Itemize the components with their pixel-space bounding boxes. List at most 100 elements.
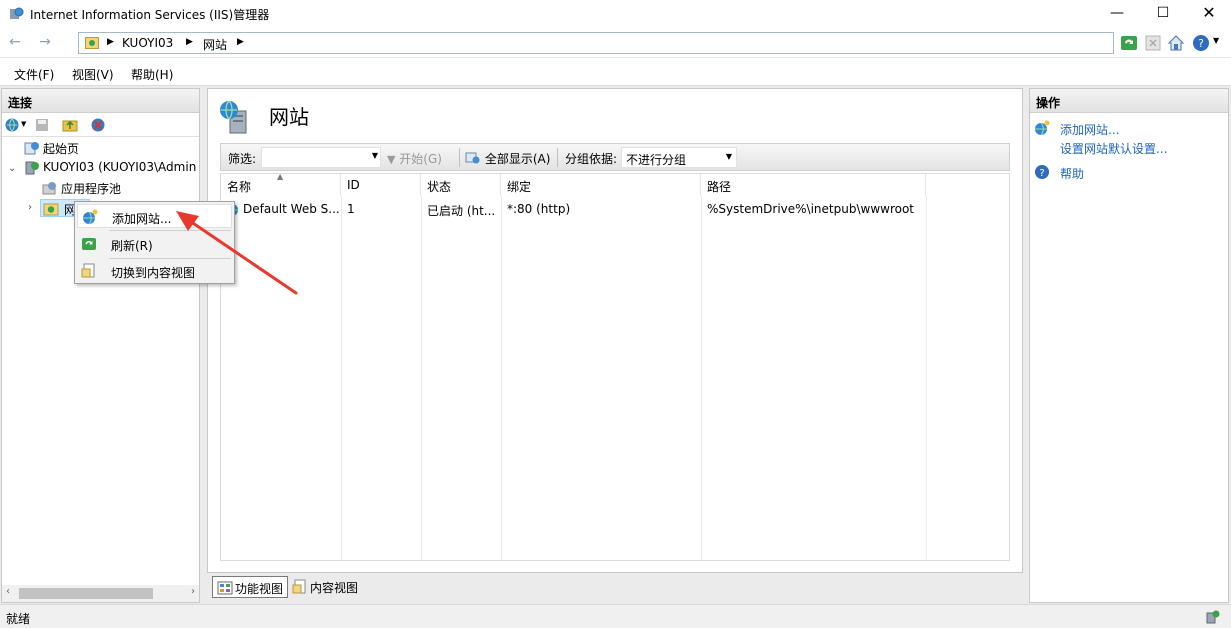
add-website-icon xyxy=(83,209,98,225)
action-help-label: 帮助 xyxy=(1060,167,1085,181)
menu-separator xyxy=(109,230,231,231)
context-add-website-label: 添加网站... xyxy=(112,212,172,226)
content-view-icon xyxy=(292,579,306,594)
connections-horizontal-scrollbar[interactable]: ‹ › xyxy=(2,585,199,602)
context-menu: 添加网站... 刷新(R) 切换到内容视图 xyxy=(74,201,235,284)
app-pool-icon xyxy=(42,182,56,195)
context-switch-content-view[interactable]: 切换到内容视图 xyxy=(77,259,232,283)
column-divider xyxy=(341,196,342,560)
sites-folder-icon xyxy=(85,37,99,49)
filter-input[interactable]: ▼ xyxy=(261,147,381,168)
menu-help[interactable]: 帮助(H) xyxy=(131,66,173,83)
tree-label-start-page: 起始页 xyxy=(43,142,80,156)
action-help[interactable]: ? 帮助 xyxy=(1034,164,1214,182)
cell-path: %SystemDrive%\inetpub\wwwroot xyxy=(707,202,914,216)
context-add-website[interactable]: 添加网站... xyxy=(77,204,232,228)
tab-content-view[interactable]: 内容视图 xyxy=(288,576,362,598)
column-divider xyxy=(501,196,502,560)
tab-features-view-label: 功能视图 xyxy=(235,582,284,596)
connect-globe-icon[interactable] xyxy=(4,117,20,133)
save-icon[interactable] xyxy=(34,117,50,133)
sites-page-icon xyxy=(220,100,247,134)
cell-status: 已启动 (ht... xyxy=(427,204,496,218)
column-header-path[interactable]: 路径 xyxy=(701,174,926,196)
back-button[interactable]: ← xyxy=(4,33,26,53)
tree-app-pools[interactable]: 应用程序池 xyxy=(42,179,182,197)
connect-dropdown-icon[interactable]: ▼ xyxy=(21,120,26,128)
column-divider xyxy=(701,196,702,560)
context-refresh[interactable]: 刷新(R) xyxy=(77,232,232,256)
minimize-button[interactable]: — xyxy=(1094,0,1140,28)
close-button[interactable]: ✕ xyxy=(1186,0,1231,28)
column-header-name[interactable]: 名称 ▲ xyxy=(221,172,341,196)
action-set-defaults[interactable]: 设置网站默认设置... xyxy=(1034,139,1214,157)
forward-button[interactable]: → xyxy=(34,33,56,53)
column-header-id[interactable]: ID xyxy=(341,174,421,196)
iis-app-icon xyxy=(10,7,24,19)
help-icon: ? xyxy=(1035,165,1049,179)
tree-label-app-pools: 应用程序池 xyxy=(61,182,122,196)
breadcrumb-separator-icon[interactable]: ▶ xyxy=(107,37,114,47)
up-folder-icon[interactable] xyxy=(62,117,78,133)
toolbar-divider xyxy=(557,148,558,167)
actions-header: 操作 xyxy=(1030,89,1228,113)
stop-icon[interactable] xyxy=(1143,33,1163,53)
breadcrumb-separator-icon[interactable]: ▶ xyxy=(237,37,244,47)
funnel-icon: ▼ xyxy=(387,153,396,166)
expand-chevron-icon[interactable]: › xyxy=(28,202,32,213)
refresh-icon[interactable] xyxy=(1119,33,1139,53)
show-all-icon xyxy=(465,152,480,164)
column-divider xyxy=(421,196,422,560)
action-add-website-label: 添加网站... xyxy=(1060,123,1120,137)
scroll-thumb[interactable] xyxy=(19,588,153,599)
tree-start-page[interactable]: 起始页 xyxy=(24,139,144,157)
tab-content-view-label: 内容视图 xyxy=(310,581,359,595)
tree-label-server: KUOYI03 (KUOYI03\Admin xyxy=(43,160,197,174)
menu-file[interactable]: 文件(F) xyxy=(14,66,54,83)
page-title: 网站 xyxy=(269,105,309,129)
sites-folder-icon xyxy=(43,203,59,216)
breadcrumb-separator-icon[interactable]: ▶ xyxy=(186,37,193,47)
content-view-icon xyxy=(81,263,95,278)
svg-text:?: ? xyxy=(1039,168,1044,179)
start-filter-button[interactable]: ▼ 开始(G) xyxy=(387,150,442,167)
group-by-label: 分组依据: xyxy=(565,152,618,166)
connections-header: 连接 xyxy=(2,89,199,113)
home-icon[interactable] xyxy=(1166,33,1186,53)
start-filter-label: 开始(G) xyxy=(399,152,442,166)
sort-ascending-icon: ▲ xyxy=(277,172,284,181)
help-dropdown-icon[interactable]: ▼ xyxy=(1213,36,1219,45)
column-label-name: 名称 xyxy=(227,180,252,194)
context-switch-content-view-label: 切换到内容视图 xyxy=(111,266,196,280)
disconnect-icon[interactable] xyxy=(90,117,106,133)
breadcrumb-sites[interactable]: 网站 xyxy=(203,36,227,53)
column-header-binding[interactable]: 绑定 xyxy=(501,174,701,196)
address-bar[interactable]: ▶ KUOYI03 ▶ 网站 ▶ xyxy=(78,32,1114,54)
menu-view[interactable]: 视图(V) xyxy=(72,66,114,83)
toolbar-divider xyxy=(459,148,460,167)
actions-pane: 操作 添加网站... 设置网站默认设置... ? 帮助 xyxy=(1029,88,1229,603)
filter-label: 筛选: xyxy=(228,152,257,166)
maximize-button[interactable]: ☐ xyxy=(1140,0,1186,28)
collapse-chevron-icon[interactable]: ⌄ xyxy=(8,163,16,174)
breadcrumb-server[interactable]: KUOYI03 xyxy=(122,36,173,50)
tab-features-view[interactable]: 功能视图 xyxy=(212,576,289,598)
action-add-website[interactable]: 添加网站... xyxy=(1034,120,1214,138)
tree-server[interactable]: KUOYI03 (KUOYI03\Admin xyxy=(24,159,202,177)
column-header-status[interactable]: 状态 xyxy=(421,174,501,196)
scroll-right-icon[interactable]: › xyxy=(191,586,195,597)
status-text: 就绪 xyxy=(6,612,31,626)
network-status-icon xyxy=(1206,610,1220,624)
table-row[interactable]: Default Web S... 1 已启动 (ht... *:80 (http… xyxy=(221,200,1009,220)
group-by-select[interactable]: 不进行分组 ▼ xyxy=(621,147,737,168)
show-all-button[interactable]: 全部显示(A) xyxy=(465,150,550,167)
help-icon[interactable]: ? xyxy=(1191,33,1211,53)
group-by-dropdown-icon[interactable]: ▼ xyxy=(726,152,732,161)
context-refresh-label: 刷新(R) xyxy=(111,239,153,253)
title-bar: Internet Information Services (IIS)管理器 —… xyxy=(0,0,1231,28)
navigation-bar: ← → ▶ KUOYI03 ▶ 网站 ▶ ? ▼ xyxy=(0,28,1231,58)
scroll-left-icon[interactable]: ‹ xyxy=(6,586,10,597)
cell-id: 1 xyxy=(347,202,355,216)
group-by-value: 不进行分组 xyxy=(626,153,687,167)
filter-dropdown-icon[interactable]: ▼ xyxy=(372,151,378,160)
